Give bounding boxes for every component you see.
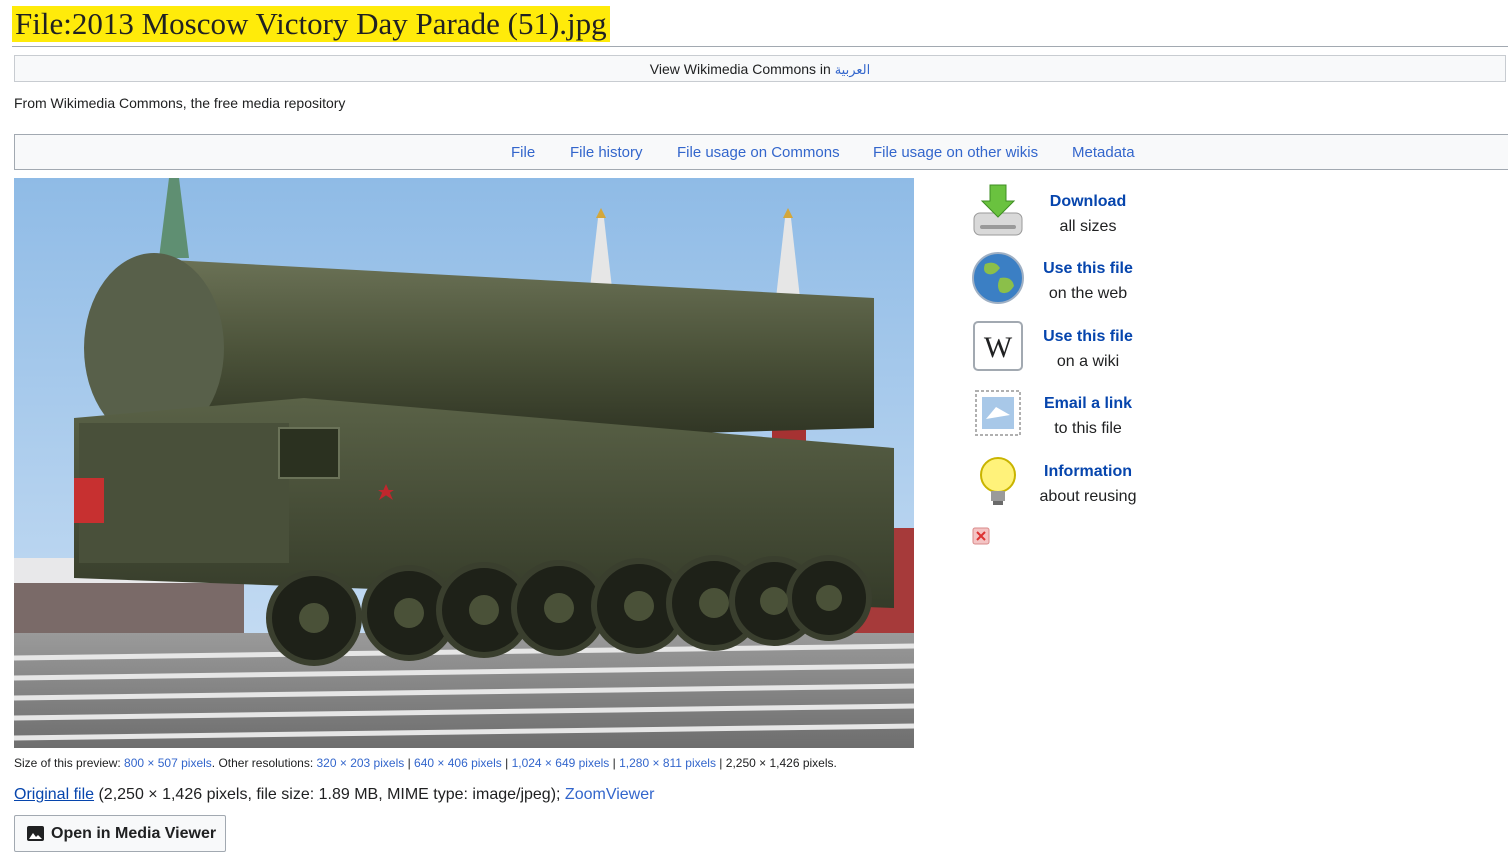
resolution-link-1024[interactable]: 1,024 × 649 pixels <box>512 756 610 770</box>
sizes-suffix: . <box>833 756 837 770</box>
preview-size-line: Size of this preview: 800 × 507 pixels. … <box>14 756 837 770</box>
image-icon <box>27 826 44 841</box>
email-link[interactable]: Email a link to this file <box>970 385 1210 445</box>
title-divider <box>12 46 1508 47</box>
sidebar-email-label[interactable]: Email a link <box>1028 391 1148 416</box>
resolution-link-320[interactable]: 320 × 203 pixels <box>317 756 405 770</box>
resolution-link-2250[interactable]: 2,250 × 1,426 pixels <box>726 756 834 770</box>
lightbulb-icon <box>980 457 1016 505</box>
email-icon <box>975 390 1021 436</box>
sidebar-web-sub: on the web <box>1048 285 1128 302</box>
wikipedia-icon: W <box>973 321 1023 371</box>
tab-file-usage-commons[interactable]: File usage on Commons <box>677 144 840 161</box>
sidebar-info-sub: about reusing <box>1039 488 1137 505</box>
sidebar-download-sub: all sizes <box>1059 218 1117 235</box>
sidebar-wiki-label[interactable]: Use this file <box>1028 324 1148 349</box>
zoomviewer-link[interactable]: ZoomViewer <box>565 786 655 803</box>
use-file-on-web[interactable]: Use this file on the web <box>970 250 1210 310</box>
resolution-link-1280[interactable]: 1,280 × 811 pixels <box>619 756 716 770</box>
sidebar-download-label[interactable]: Download <box>1028 189 1148 214</box>
arabic-language-link[interactable]: العربية <box>835 62 871 77</box>
site-subtitle: From Wikimedia Commons, the free media r… <box>14 95 346 111</box>
open-media-viewer-button[interactable]: Open in Media Viewer <box>14 815 226 852</box>
globe-icon <box>972 252 1024 304</box>
tab-file-usage-other-wikis[interactable]: File usage on other wikis <box>873 144 1038 161</box>
original-file-link[interactable]: Original file <box>14 786 94 803</box>
separator: | <box>715 756 726 770</box>
original-file-details: (2,250 × 1,426 pixels, file size: 1.89 M… <box>94 786 565 803</box>
page: File:2013 Moscow Victory Day Parade (51)… <box>0 0 1508 865</box>
svg-text:W: W <box>984 331 1013 364</box>
separator: | <box>609 756 620 770</box>
reuse-information[interactable]: Information about reusing <box>970 453 1210 513</box>
file-tabs-bar: File File history File usage on Commons … <box>14 134 1508 170</box>
preview-size-prefix: Size of this preview: <box>14 756 125 770</box>
close-icon[interactable] <box>972 527 990 545</box>
download-all-sizes[interactable]: Download all sizes <box>970 183 1210 243</box>
preview-size-current-link[interactable]: 800 × 507 pixels <box>124 756 212 770</box>
resolution-link-640[interactable]: 640 × 406 pixels <box>414 756 502 770</box>
tab-metadata[interactable]: Metadata <box>1072 144 1135 161</box>
view-in-text: View Wikimedia Commons in <box>649 61 835 77</box>
tab-file[interactable]: File <box>511 144 535 161</box>
use-file-on-wiki[interactable]: W Use this file on a wiki <box>970 318 1210 378</box>
language-banner: View Wikimedia Commons in العربية <box>14 55 1506 82</box>
sidebar-web-label[interactable]: Use this file <box>1028 256 1148 281</box>
file-preview-image[interactable] <box>14 178 914 748</box>
page-title: File:2013 Moscow Victory Day Parade (51)… <box>12 6 610 42</box>
separator: | <box>404 756 415 770</box>
open-media-viewer-label: Open in Media Viewer <box>51 824 217 842</box>
sidebar-email-sub: to this file <box>1054 420 1122 437</box>
other-resolutions-label: . Other resolutions: <box>211 756 317 770</box>
sidebar-wiki-sub: on a wiki <box>1056 353 1120 370</box>
tab-file-history[interactable]: File history <box>570 144 643 161</box>
download-icon <box>973 184 1023 236</box>
sidebar-info-label[interactable]: Information <box>1028 459 1148 484</box>
separator: | <box>501 756 512 770</box>
original-file-line: Original file (2,250 × 1,426 pixels, fil… <box>14 786 654 804</box>
